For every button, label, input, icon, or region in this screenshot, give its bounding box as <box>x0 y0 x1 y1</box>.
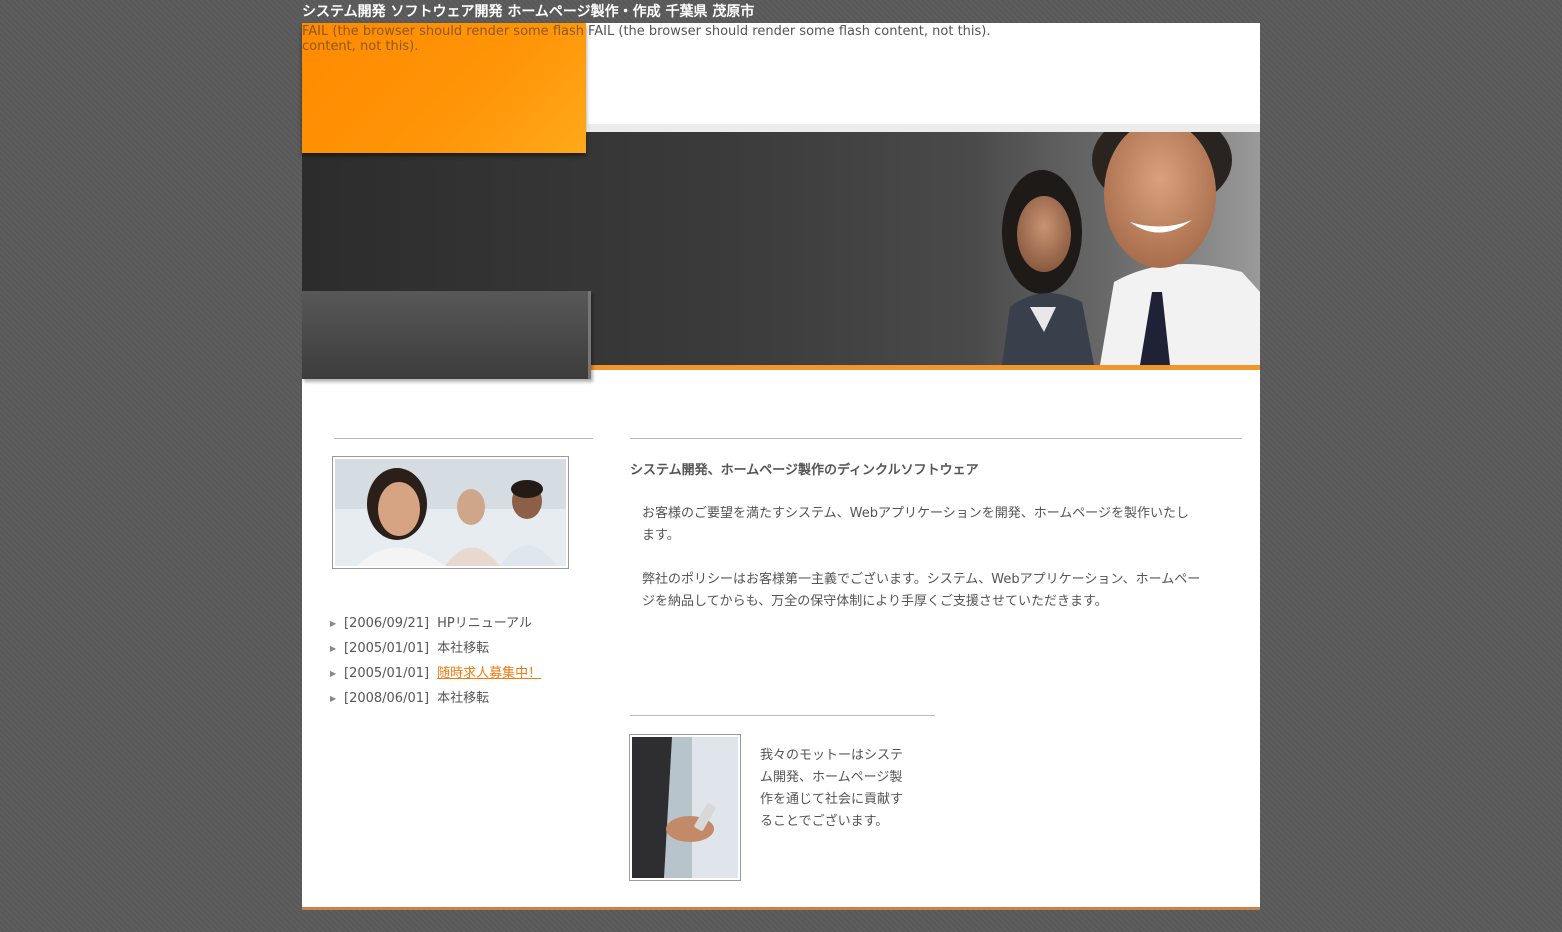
policy-paragraph: 弊社のポリシーはお客様第一主義でございます。システム、Webアプリケーション、ホ… <box>642 572 1201 609</box>
news-text: HPリニューアル <box>437 616 533 631</box>
news-date: [2006/09/21] <box>344 616 430 631</box>
motto-phone-photo <box>629 734 741 881</box>
news-item: ▶ [2008/06/01] 本社移転 <box>330 686 541 711</box>
news-date: [2005/01/01] <box>344 666 430 681</box>
left-column-rule <box>334 438 593 439</box>
news-item: ▶ [2006/09/21] HPリニューアル <box>330 611 541 636</box>
arrow-bullet-icon: ▶ <box>330 694 337 703</box>
main-heading: システム開発、ホームページ製作のディンクルソフトウェア <box>630 463 979 478</box>
header-orange-rule <box>588 365 1260 370</box>
header-divider-strip <box>588 124 1260 132</box>
motto-text: 我々のモットーはシステム開発、ホームページ製作を通じて社会に貢献することでござい… <box>760 748 904 829</box>
news-text: 本社移転 <box>437 691 490 706</box>
arrow-bullet-icon: ▶ <box>330 644 337 653</box>
arrow-bullet-icon: ▶ <box>330 669 337 678</box>
hero-business-people-image <box>982 132 1260 365</box>
news-text: 本社移転 <box>437 641 490 656</box>
support-team-illustration <box>335 459 566 566</box>
footer-rule <box>302 907 1260 910</box>
page-container: FAIL (the browser should render some fla… <box>302 23 1260 910</box>
arrow-bullet-icon: ▶ <box>330 619 337 628</box>
news-item: ▶ [2005/01/01] 本社移転 <box>330 636 541 661</box>
flash-fallback-left: FAIL (the browser should render some fla… <box>302 24 584 54</box>
header-dark-block <box>302 291 591 379</box>
flash-fallback-right: FAIL (the browser should render some fla… <box>588 24 991 39</box>
motto-rule <box>630 715 935 716</box>
news-date: [2005/01/01] <box>344 641 430 656</box>
main-column-rule <box>630 438 1242 439</box>
recruit-link[interactable]: 随時求人募集中！ <box>437 666 541 681</box>
site-title: システム開発 ソフトウェア開発 ホームページ製作・作成 千葉県 茂原市 <box>302 4 755 20</box>
news-list: ▶ [2006/09/21] HPリニューアル ▶ [2005/01/01] 本社移転 … <box>330 611 541 711</box>
phone-hand-illustration <box>632 737 738 878</box>
support-team-photo <box>332 456 569 569</box>
news-item: ▶ [2005/01/01] 随時求人募集中！ <box>330 661 541 686</box>
intro-paragraph: お客様のご要望を満たすシステム、Webアプリケーションを開発、ホームページを製作… <box>642 506 1190 543</box>
news-date: [2008/06/01] <box>344 691 430 706</box>
hero-illustration <box>1002 132 1260 365</box>
